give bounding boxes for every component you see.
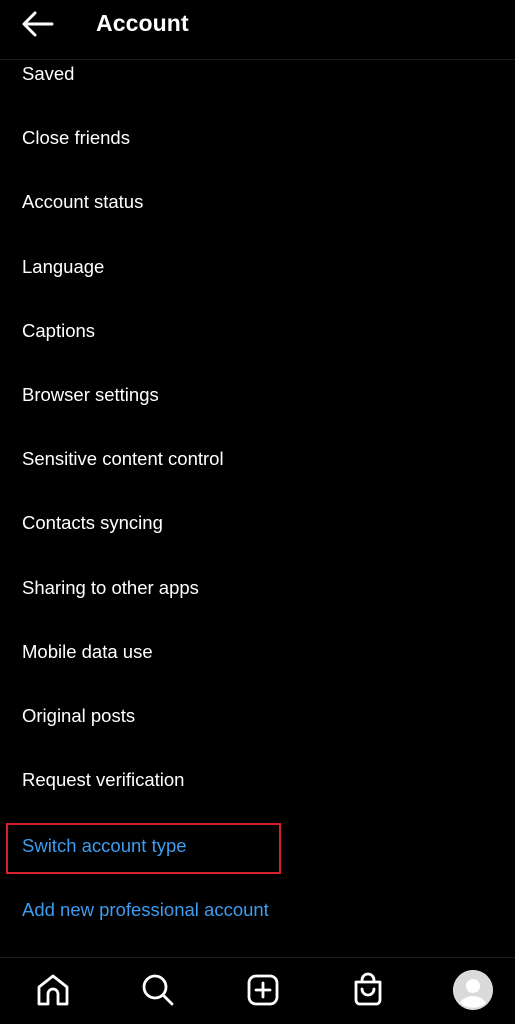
nav-search-button[interactable] <box>140 972 176 1008</box>
page-title: Account <box>96 10 189 36</box>
menu-item-close-friends[interactable]: Close friends <box>22 126 130 150</box>
menu-item-sensitive-content-control[interactable]: Sensitive content control <box>22 447 224 471</box>
menu-item-account-status[interactable]: Account status <box>22 190 143 214</box>
home-icon <box>37 974 69 1006</box>
menu-item-mobile-data-use[interactable]: Mobile data use <box>22 640 153 664</box>
shop-icon <box>354 972 382 1006</box>
menu-item-request-verification[interactable]: Request verification <box>22 768 184 792</box>
menu-item-original-posts[interactable]: Original posts <box>22 704 135 728</box>
profile-avatar[interactable] <box>453 970 493 1010</box>
menu-item-sharing-to-other-apps[interactable]: Sharing to other apps <box>22 576 199 600</box>
arrow-left-icon <box>22 11 54 37</box>
nav-home-button[interactable] <box>35 972 71 1008</box>
new-post-icon <box>247 974 279 1006</box>
bottom-nav <box>0 957 515 1024</box>
menu-item-switch-account-type[interactable]: Switch account type <box>22 834 187 858</box>
back-button[interactable] <box>18 6 58 42</box>
top-app-bar: Account <box>0 0 515 60</box>
menu-item-captions[interactable]: Captions <box>22 319 95 343</box>
profile-avatar-icon <box>453 970 493 1010</box>
nav-new-post-button[interactable] <box>245 972 281 1008</box>
menu-item-saved[interactable]: Saved <box>22 62 74 86</box>
menu-item-browser-settings[interactable]: Browser settings <box>22 383 159 407</box>
menu-item-add-new-professional-account[interactable]: Add new professional account <box>22 898 269 922</box>
nav-shop-button[interactable] <box>350 972 386 1008</box>
menu-item-language[interactable]: Language <box>22 255 104 279</box>
menu-item-contacts-syncing[interactable]: Contacts syncing <box>22 511 163 535</box>
search-icon <box>142 974 174 1006</box>
